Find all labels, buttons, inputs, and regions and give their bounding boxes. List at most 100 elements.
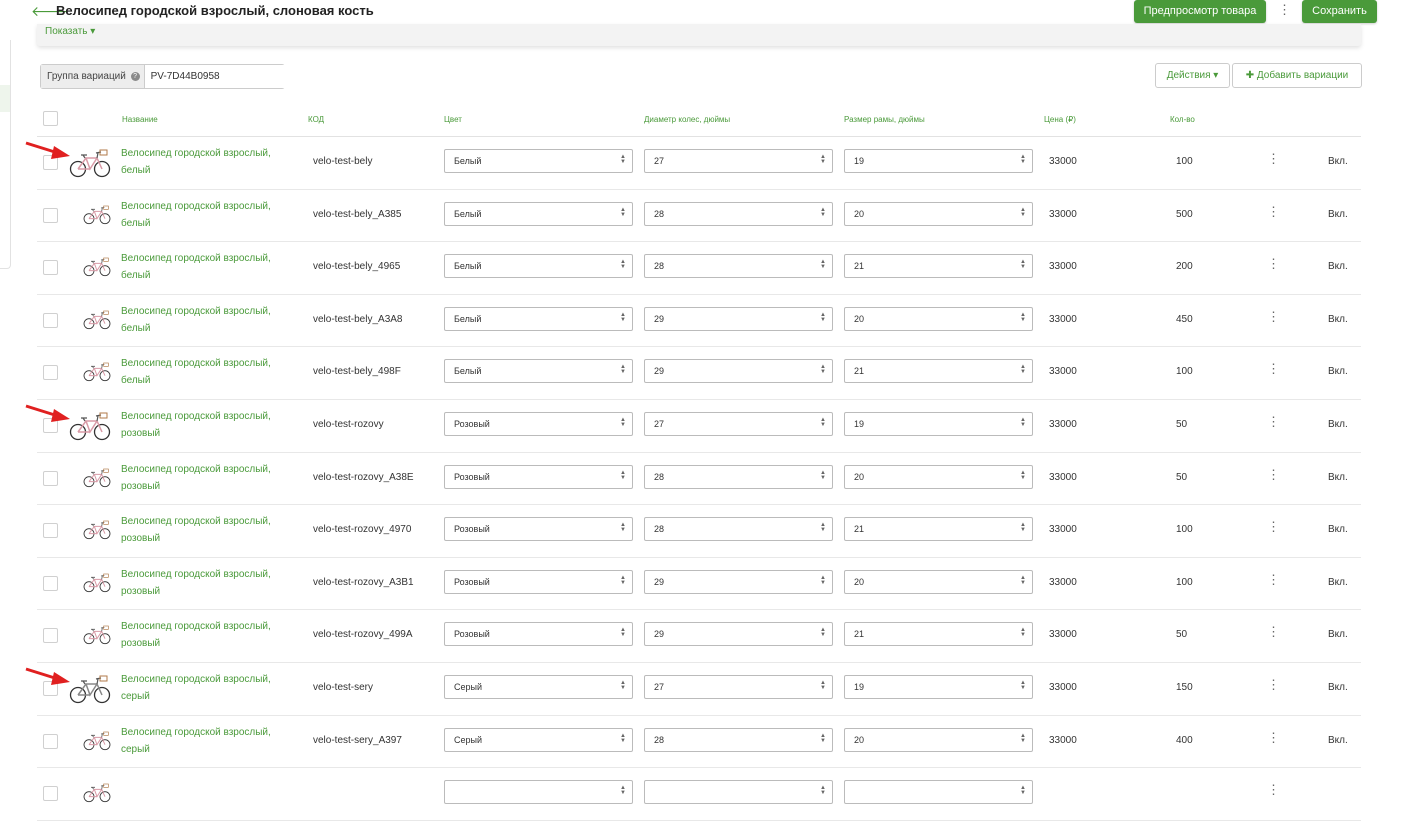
table-row[interactable]: ▲ ▼ ▲ ▼ ▲ ▼ ⋮ (37, 768, 1361, 821)
select-all-checkbox[interactable] (43, 111, 58, 126)
color-select[interactable]: Розовый ▲ ▼ (444, 622, 633, 647)
price-value[interactable]: 33000 (1049, 524, 1077, 535)
column-header-name[interactable]: Название (122, 115, 158, 124)
status-toggle[interactable]: Вкл. (1328, 577, 1348, 588)
actions-dropdown-button[interactable]: Действия ▾ (1155, 63, 1230, 88)
table-row[interactable]: Велосипед городской взрослый, серый velo-… (37, 716, 1361, 769)
table-row[interactable]: Велосипед городской взрослый, белый velo-… (37, 295, 1361, 348)
table-row[interactable]: Велосипед городской взрослый, белый velo-… (37, 242, 1361, 295)
row-checkbox[interactable] (43, 733, 58, 749)
price-value[interactable]: 33000 (1049, 629, 1077, 640)
preview-product-button[interactable]: Предпросмотр товара (1134, 0, 1266, 23)
table-row[interactable]: Велосипед городской взрослый, розовый vel… (37, 505, 1361, 558)
status-toggle[interactable]: Вкл. (1328, 472, 1348, 483)
color-select[interactable]: Розовый ▲ ▼ (444, 411, 633, 436)
status-toggle[interactable]: Вкл. (1328, 209, 1348, 220)
variation-name-link[interactable]: Велосипед городской взрослый, белый (121, 250, 299, 284)
row-options-icon[interactable]: ⋮ (1267, 730, 1280, 747)
status-toggle[interactable]: Вкл. (1328, 366, 1348, 377)
color-select[interactable]: Серый ▲ ▼ (444, 727, 633, 752)
status-toggle[interactable]: Вкл. (1328, 261, 1348, 272)
row-options-icon[interactable]: ⋮ (1267, 257, 1280, 273)
status-toggle[interactable]: Вкл. (1328, 156, 1348, 167)
table-row[interactable]: Велосипед городской взрослый, белый velo-… (25, 137, 1361, 190)
variation-name-link[interactable]: Велосипед городской взрослый, серый (121, 671, 299, 705)
price-value[interactable]: 33000 (1049, 682, 1077, 693)
row-checkbox[interactable] (43, 786, 58, 802)
price-value[interactable]: 33000 (1049, 735, 1077, 746)
frame-size-select[interactable]: 21 ▲ ▼ (844, 622, 1033, 647)
row-checkbox[interactable] (43, 470, 58, 486)
quantity-value[interactable]: 100 (1176, 577, 1193, 588)
status-toggle[interactable]: Вкл. (1328, 314, 1348, 325)
table-row[interactable]: Велосипед городской взрослый, розовый vel… (37, 558, 1361, 611)
variation-group-input[interactable] (144, 65, 285, 88)
column-header-code[interactable]: КОД (308, 115, 324, 124)
table-row[interactable]: Велосипед городской взрослый, белый velo-… (37, 347, 1361, 400)
frame-size-select[interactable]: 20 ▲ ▼ (844, 569, 1033, 594)
wheel-diameter-select[interactable]: 28 ▲ ▼ (644, 464, 833, 489)
column-header-price[interactable]: Цена (₽) (1044, 115, 1076, 124)
row-checkbox[interactable] (43, 207, 58, 223)
table-row[interactable]: Велосипед городской взрослый, розовый vel… (25, 400, 1361, 453)
variation-name-link[interactable]: Велосипед городской взрослый, белый (121, 198, 299, 232)
price-value[interactable]: 33000 (1049, 419, 1077, 430)
row-options-icon[interactable]: ⋮ (1267, 572, 1280, 589)
color-select[interactable]: Белый ▲ ▼ (444, 254, 633, 279)
wheel-diameter-select[interactable]: 29 ▲ ▼ (644, 306, 833, 331)
bicycle-thumbnail[interactable] (69, 409, 111, 441)
row-options-icon[interactable]: ⋮ (1267, 309, 1280, 326)
wheel-diameter-select[interactable]: 27 ▲ ▼ (644, 411, 833, 436)
quantity-value[interactable]: 100 (1176, 156, 1193, 167)
status-toggle[interactable]: Вкл. (1328, 629, 1348, 640)
variation-name-link[interactable]: Велосипед городской взрослый, белый (121, 355, 299, 389)
frame-size-select[interactable]: 19 ▲ ▼ (844, 674, 1033, 699)
price-value[interactable]: 33000 (1049, 156, 1077, 167)
bicycle-thumbnail[interactable] (83, 781, 111, 803)
variation-name-link[interactable]: Велосипед городской взрослый, розовый (121, 461, 299, 495)
bicycle-thumbnail[interactable] (83, 571, 111, 593)
color-select[interactable]: Розовый ▲ ▼ (444, 517, 633, 542)
quantity-value[interactable]: 100 (1176, 366, 1193, 377)
frame-size-select[interactable]: ▲ ▼ (844, 780, 1033, 805)
table-row[interactable]: Велосипед городской взрослый, белый velo-… (37, 190, 1361, 243)
save-button[interactable]: Сохранить (1302, 0, 1377, 23)
variation-name-link[interactable]: Велосипед городской взрослый, розовый (121, 408, 299, 442)
wheel-diameter-select[interactable]: 28 ▲ ▼ (644, 254, 833, 279)
frame-size-select[interactable]: 20 ▲ ▼ (844, 727, 1033, 752)
color-select[interactable]: Белый ▲ ▼ (444, 201, 633, 226)
row-checkbox[interactable] (43, 575, 58, 591)
table-row[interactable]: Велосипед городской взрослый, серый velo-… (25, 663, 1361, 716)
row-options-icon[interactable]: ⋮ (1267, 152, 1280, 168)
frame-size-select[interactable]: 21 ▲ ▼ (844, 359, 1033, 384)
bicycle-thumbnail[interactable] (83, 729, 111, 751)
quantity-value[interactable]: 100 (1176, 524, 1193, 535)
bicycle-thumbnail[interactable] (83, 623, 111, 645)
row-options-icon[interactable]: ⋮ (1267, 204, 1280, 221)
bicycle-thumbnail[interactable] (83, 255, 111, 277)
row-checkbox[interactable] (43, 523, 58, 539)
color-select[interactable]: ▲ ▼ (444, 780, 633, 805)
wheel-diameter-select[interactable]: 28 ▲ ▼ (644, 201, 833, 226)
frame-size-select[interactable]: 20 ▲ ▼ (844, 201, 1033, 226)
price-value[interactable]: 33000 (1049, 209, 1077, 220)
wheel-diameter-select[interactable]: 27 ▲ ▼ (644, 149, 833, 173)
frame-size-select[interactable]: 19 ▲ ▼ (844, 149, 1033, 173)
variation-name-link[interactable]: Велосипед городской взрослый, серый (121, 724, 299, 758)
variation-name-link[interactable]: Велосипед городской взрослый, белый (121, 145, 299, 179)
color-select[interactable]: Серый ▲ ▼ (444, 674, 633, 699)
variation-name-link[interactable]: Велосипед городской взрослый, розовый (121, 618, 299, 652)
wheel-diameter-select[interactable]: 28 ▲ ▼ (644, 727, 833, 752)
add-variations-button[interactable]: ✚ Добавить вариации (1232, 63, 1362, 88)
price-value[interactable]: 33000 (1049, 314, 1077, 325)
row-checkbox[interactable] (43, 365, 58, 381)
color-select[interactable]: Белый ▲ ▼ (444, 306, 633, 331)
variation-name-link[interactable]: Велосипед городской взрослый, розовый (121, 566, 299, 600)
row-options-icon[interactable]: ⋮ (1267, 362, 1280, 378)
column-header-qty[interactable]: Кол-во (1170, 115, 1195, 124)
column-header-frame[interactable]: Размер рамы, дюймы (844, 115, 925, 124)
row-options-icon[interactable]: ⋮ (1267, 677, 1280, 694)
show-filters-toggle[interactable]: Показать ▾ (45, 26, 95, 37)
row-options-icon[interactable]: ⋮ (1267, 520, 1280, 536)
bicycle-thumbnail[interactable] (83, 308, 111, 330)
